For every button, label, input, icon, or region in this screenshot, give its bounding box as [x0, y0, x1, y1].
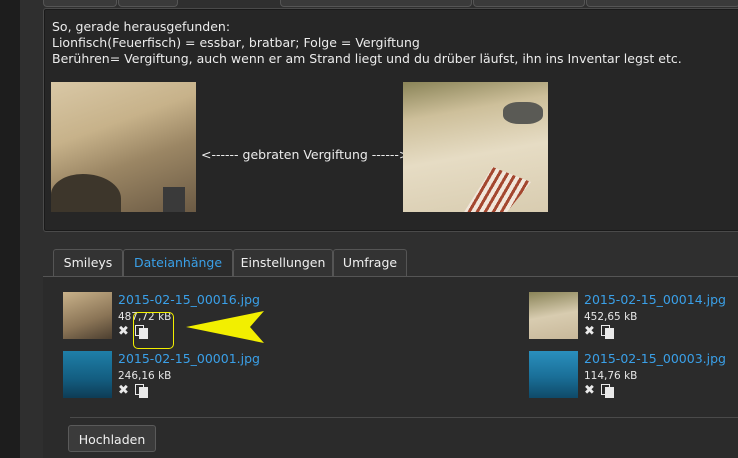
attachment-thumbnail[interactable] [529, 292, 578, 339]
delete-icon[interactable]: ✖ [118, 384, 129, 398]
post-line: Lionfisch(Feuerfisch) = essbar, bratbar;… [52, 35, 420, 50]
embedded-image-right[interactable] [403, 82, 548, 212]
left-rail [0, 0, 21, 458]
delete-icon[interactable]: ✖ [118, 325, 129, 339]
attachment-link[interactable]: 2015-02-15_00001.jpg [118, 351, 260, 366]
image-detail [503, 102, 543, 124]
toolbar-tab-stub[interactable] [118, 0, 178, 7]
copy-insert-icon[interactable] [135, 384, 149, 398]
toolbar-tab-stub[interactable] [473, 0, 585, 7]
message-editor[interactable]: So, gerade herausgefunden: Lionfisch(Feu… [43, 8, 738, 232]
toolbar-tab-stub[interactable] [280, 0, 472, 7]
tab-umfrage[interactable]: Umfrage [333, 249, 407, 276]
attachment-size: 452,65 kB [584, 311, 638, 323]
attachment-thumbnail[interactable] [63, 351, 112, 398]
annotation-arrow-icon [186, 309, 266, 349]
embedded-image-left[interactable] [51, 82, 196, 212]
divider [70, 417, 738, 418]
image-detail [51, 174, 121, 212]
toolbar-tab-stub[interactable] [586, 0, 738, 7]
image-detail [163, 187, 185, 212]
attachment-thumbnail[interactable] [529, 351, 578, 398]
attachment-size: 246,16 kB [118, 370, 172, 382]
image-detail [461, 167, 531, 212]
image-caption: <------ gebraten Vergiftung ------> [201, 147, 410, 162]
delete-icon[interactable]: ✖ [584, 325, 595, 339]
delete-icon[interactable]: ✖ [584, 384, 595, 398]
highlight-box [133, 312, 174, 349]
attachment-size: 114,76 kB [584, 370, 638, 382]
copy-insert-icon[interactable] [601, 384, 615, 398]
attachment-link[interactable]: 2015-02-15_00003.jpg [584, 351, 726, 366]
post-text: So, gerade herausgefunden: Lionfisch(Feu… [52, 19, 682, 67]
tab-einstellungen[interactable]: Einstellungen [233, 249, 333, 276]
toolbar-tab-stub[interactable] [43, 0, 117, 7]
tab-smileys[interactable]: Smileys [53, 249, 123, 276]
attachment-link[interactable]: 2015-02-15_00014.jpg [584, 292, 726, 307]
copy-insert-icon[interactable] [601, 325, 615, 339]
tab-dateianhaenge[interactable]: Dateianhänge [123, 249, 233, 277]
post-line: Berühren= Vergiftung, auch wenn er am St… [52, 51, 682, 66]
attachment-thumbnail[interactable] [63, 292, 112, 339]
attachment-link[interactable]: 2015-02-15_00016.jpg [118, 292, 260, 307]
post-line: So, gerade herausgefunden: [52, 19, 231, 34]
upload-button[interactable]: Hochladen [68, 425, 156, 452]
